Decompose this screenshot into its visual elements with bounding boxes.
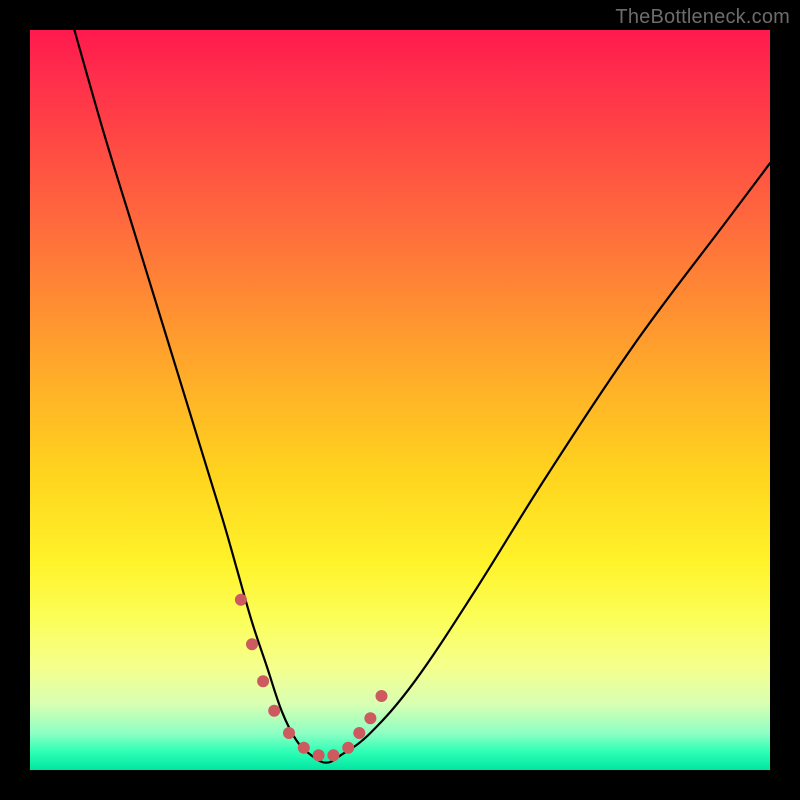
highlight-dot xyxy=(376,690,388,702)
highlight-dot xyxy=(313,749,325,761)
highlight-dot xyxy=(283,727,295,739)
highlight-dot xyxy=(342,742,354,754)
highlight-dot xyxy=(353,727,365,739)
chart-frame: TheBottleneck.com xyxy=(0,0,800,800)
highlight-dot xyxy=(235,594,247,606)
highlight-dot xyxy=(327,749,339,761)
highlight-dot xyxy=(364,712,376,724)
highlight-dots xyxy=(235,594,388,761)
highlight-dot xyxy=(246,638,258,650)
highlight-dot xyxy=(268,705,280,717)
bottleneck-curve xyxy=(74,30,770,763)
watermark-text: TheBottleneck.com xyxy=(615,6,790,29)
curve-layer xyxy=(30,30,770,770)
plot-area xyxy=(30,30,770,770)
highlight-dot xyxy=(257,675,269,687)
highlight-dot xyxy=(298,742,310,754)
